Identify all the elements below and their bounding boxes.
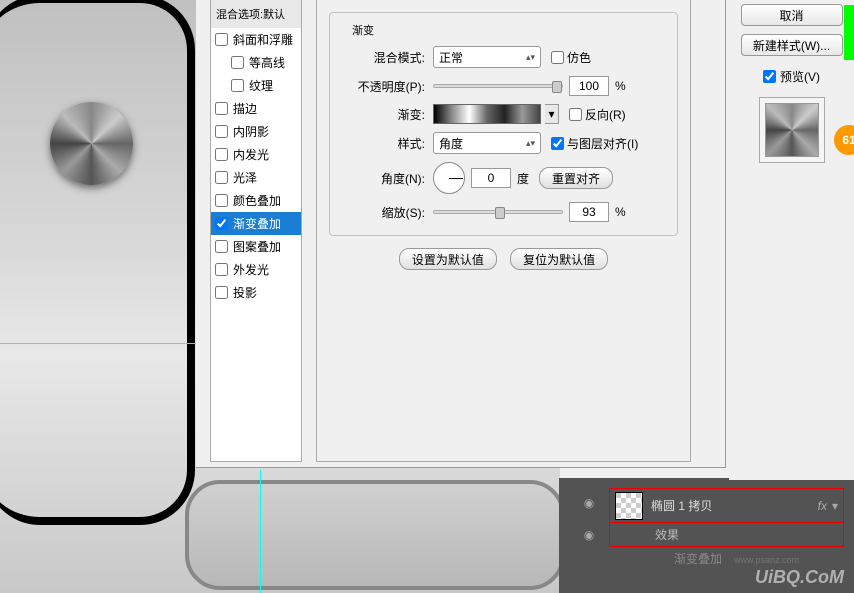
select-arrows-icon: ▴▾ bbox=[526, 138, 535, 149]
reset-align-button[interactable]: 重置对齐 bbox=[539, 167, 613, 189]
checkbox[interactable] bbox=[231, 56, 244, 69]
opacity-slider[interactable] bbox=[433, 84, 563, 88]
style-label: 样式: bbox=[340, 135, 425, 152]
checkbox[interactable] bbox=[215, 194, 228, 207]
layer-row[interactable]: 椭圆 1 拷贝 fx ▾ bbox=[609, 488, 844, 523]
checkbox[interactable] bbox=[215, 263, 228, 276]
scale-label: 缩放(S): bbox=[340, 204, 425, 221]
align-checkbox[interactable]: 与图层对齐(I) bbox=[551, 135, 638, 152]
cancel-button[interactable]: 取消 bbox=[741, 4, 843, 26]
style-item-outer-glow[interactable]: 外发光 bbox=[211, 258, 301, 281]
slider-thumb[interactable] bbox=[552, 81, 562, 93]
layers-panel: ◉ 椭圆 1 拷贝 fx ▾ ◉ 效果 渐变叠加 www.psanz.com U… bbox=[559, 478, 854, 593]
gradient-fieldset: 渐变 混合模式: 正常 ▴▾ 仿色 不透明度(P): % 渐变: ▾ bbox=[329, 12, 678, 236]
style-select[interactable]: 角度 ▴▾ bbox=[433, 132, 541, 154]
watermark-url: www.psanz.com bbox=[734, 555, 799, 565]
style-item-gradient-overlay[interactable]: 渐变叠加 bbox=[211, 212, 301, 235]
chevron-down-icon[interactable]: ▾ bbox=[832, 499, 838, 513]
layer-style-dialog: 混合选项:默认 斜面和浮雕 等高线 纹理 描边 内阴影 内发光 光泽 颜色叠加 … bbox=[196, 0, 726, 468]
metallic-knob-shape bbox=[50, 102, 133, 185]
effects-row[interactable]: 效果 bbox=[609, 523, 844, 547]
checkbox[interactable] bbox=[215, 171, 228, 184]
gradient-settings-panel: 渐变 混合模式: 正常 ▴▾ 仿色 不透明度(P): % 渐变: ▾ bbox=[316, 0, 691, 462]
preview-container bbox=[759, 97, 825, 163]
gradient-label: 渐变: bbox=[340, 106, 425, 123]
checkbox[interactable] bbox=[215, 286, 228, 299]
checkbox[interactable] bbox=[215, 240, 228, 253]
new-style-button[interactable]: 新建样式(W)... bbox=[741, 34, 843, 56]
preview-checkbox[interactable]: 预览(V) bbox=[729, 68, 854, 85]
angle-label: 角度(N): bbox=[340, 170, 425, 187]
fx-badge[interactable]: fx bbox=[818, 499, 827, 513]
angle-indicator bbox=[449, 178, 463, 179]
style-item-stroke[interactable]: 描边 bbox=[211, 97, 301, 120]
layer-name-label: 椭圆 1 拷贝 bbox=[651, 497, 818, 514]
style-item-satin[interactable]: 光泽 bbox=[211, 166, 301, 189]
layer-thumbnail bbox=[615, 492, 643, 520]
dither-checkbox[interactable]: 仿色 bbox=[551, 49, 591, 66]
checkbox[interactable] bbox=[215, 102, 228, 115]
style-item-bevel[interactable]: 斜面和浮雕 bbox=[211, 28, 301, 51]
effect-item-label: 渐变叠加 bbox=[674, 550, 722, 567]
reverse-checkbox[interactable]: 反向(R) bbox=[569, 106, 626, 123]
checkbox[interactable] bbox=[215, 217, 228, 230]
angle-dial[interactable] bbox=[433, 162, 465, 194]
color-indicator bbox=[844, 5, 854, 60]
checkbox[interactable] bbox=[215, 148, 228, 161]
slider-thumb[interactable] bbox=[495, 207, 505, 219]
scale-slider[interactable] bbox=[433, 210, 563, 214]
set-default-button[interactable]: 设置为默认值 bbox=[399, 248, 497, 270]
watermark-text: UiBQ.CoM bbox=[755, 567, 844, 588]
checkbox[interactable] bbox=[215, 125, 228, 138]
visibility-eye-icon[interactable]: ◉ bbox=[579, 528, 599, 542]
blend-mode-select[interactable]: 正常 ▴▾ bbox=[433, 46, 541, 68]
style-item-pattern-overlay[interactable]: 图案叠加 bbox=[211, 235, 301, 258]
scale-input[interactable] bbox=[569, 202, 609, 222]
preview-thumbnail bbox=[765, 103, 819, 157]
gradient-picker[interactable] bbox=[433, 104, 541, 124]
blend-mode-label: 混合模式: bbox=[340, 49, 425, 66]
checkbox[interactable] bbox=[231, 79, 244, 92]
effects-label: 效果 bbox=[655, 526, 679, 543]
reset-default-button[interactable]: 复位为默认值 bbox=[510, 248, 608, 270]
gradient-dropdown-icon[interactable]: ▾ bbox=[545, 104, 559, 124]
checkbox[interactable] bbox=[215, 33, 228, 46]
styles-sidebar: 混合选项:默认 斜面和浮雕 等高线 纹理 描边 内阴影 内发光 光泽 颜色叠加 … bbox=[210, 0, 302, 462]
device-outline-shape bbox=[0, 0, 195, 525]
style-item-drop-shadow[interactable]: 投影 bbox=[211, 281, 301, 304]
select-arrows-icon: ▴▾ bbox=[526, 52, 535, 63]
effect-item[interactable]: 渐变叠加 bbox=[609, 547, 844, 569]
fieldset-legend: 渐变 bbox=[348, 22, 378, 38]
vertical-guide bbox=[260, 470, 261, 593]
style-item-inner-shadow[interactable]: 内阴影 bbox=[211, 120, 301, 143]
opacity-label: 不透明度(P): bbox=[340, 78, 425, 95]
angle-input[interactable] bbox=[471, 168, 511, 188]
visibility-eye-icon[interactable]: ◉ bbox=[579, 496, 599, 510]
style-item-texture[interactable]: 纹理 bbox=[211, 74, 301, 97]
style-item-inner-glow[interactable]: 内发光 bbox=[211, 143, 301, 166]
inner-rounded-shape bbox=[185, 480, 565, 590]
notification-badge[interactable]: 61 bbox=[834, 125, 854, 155]
blend-options-header[interactable]: 混合选项:默认 bbox=[211, 0, 301, 28]
dialog-right-panel: 取消 新建样式(W)... 预览(V) 61 bbox=[729, 0, 854, 480]
style-item-contour[interactable]: 等高线 bbox=[211, 51, 301, 74]
style-item-color-overlay[interactable]: 颜色叠加 bbox=[211, 189, 301, 212]
opacity-input[interactable] bbox=[569, 76, 609, 96]
